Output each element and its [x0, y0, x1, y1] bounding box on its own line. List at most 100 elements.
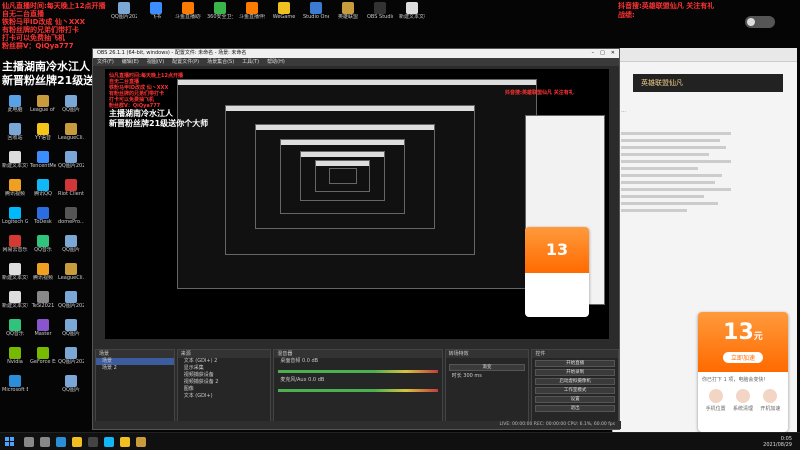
channel-name: 桌面音频: [280, 358, 301, 364]
desktop-icon[interactable]: Riot Client: [58, 179, 84, 205]
desktop-icon[interactable]: TencentMe...: [30, 151, 56, 177]
desktop-icon[interactable]: 网易云音乐: [2, 235, 28, 261]
desktop-icon[interactable]: QQ图片2021: [58, 151, 84, 177]
search-icon[interactable]: [24, 436, 34, 447]
speed-up-button[interactable]: 立即加速: [722, 352, 763, 363]
desktop-icon[interactable]: Microsoft Edge: [2, 375, 28, 401]
source-item[interactable]: 文本 (GDI+) 2: [178, 358, 271, 365]
menu-scene-collection[interactable]: 场景集合(S): [207, 58, 234, 66]
desktop-icon[interactable]: 360安全卫士: [206, 2, 234, 28]
menu-tools[interactable]: 工具(T): [242, 58, 259, 66]
obs-titlebar[interactable]: OBS 26.1.1 (64-bit, windows) - 配置文件: 未命名…: [93, 49, 619, 58]
desktop-icon[interactable]: Logitech G HUB: [2, 207, 28, 233]
wegame-icon[interactable]: [120, 436, 130, 447]
desktop-icon[interactable]: OBS Studio: [366, 2, 394, 28]
phone-location-icon[interactable]: [708, 389, 723, 403]
desktop-icon[interactable]: LeagueCli...: [58, 123, 84, 149]
task-view-icon[interactable]: [40, 436, 50, 447]
virtual-camera-button[interactable]: 启动虚拟摄像机: [535, 378, 615, 385]
desktop-icon[interactable]: 飞书: [142, 2, 170, 28]
desktop-icon[interactable]: QQ图片: [58, 95, 84, 121]
desktop-icon-column-3: QQ图片 LeagueCli... QQ图片2021 Riot Client domeP…: [58, 95, 84, 401]
desktop-icon[interactable]: 新建文本文档: [2, 151, 28, 177]
app-icon: [342, 2, 354, 14]
scenes-dock: 场景 场景 场景 2: [95, 349, 175, 429]
source-item[interactable]: 视频捕获设备 2: [178, 379, 271, 386]
studio-mode-button[interactable]: 工作室模式: [535, 387, 615, 394]
edge-icon[interactable]: [56, 436, 66, 447]
desktop-icon[interactable]: 腾讯视频: [2, 179, 28, 205]
menu-file[interactable]: 文件(F): [97, 58, 114, 66]
source-item[interactable]: 图像: [178, 386, 271, 393]
desktop-icon[interactable]: 腾讯视频: [30, 263, 56, 289]
qq-icon[interactable]: [104, 436, 114, 447]
system-cleanup-icon[interactable]: [735, 389, 750, 403]
desktop-icon-label: Riot Client: [58, 191, 84, 197]
desktop-icon[interactable]: League of Legends: [30, 95, 56, 121]
desktop-icon[interactable]: ToDesk: [30, 207, 56, 233]
close-icon[interactable]: ✕: [611, 49, 615, 58]
desktop-icon[interactable]: 此电脑: [2, 95, 28, 121]
desktop-icon[interactable]: Master: [30, 319, 56, 345]
scene-item[interactable]: 场景: [96, 358, 174, 365]
desktop-icon[interactable]: 斗鱼直播伴侣: [238, 2, 266, 28]
desktop-icon[interactable]: 腾讯QQ: [30, 179, 56, 205]
obs-preview[interactable]: 仙凡直播时间:每天晚上12点开播 自无二台直播 铁粉马甲ID改成 仙丶XXX 有…: [105, 69, 609, 339]
duration-value[interactable]: 300 ms: [463, 373, 482, 379]
explorer-icon[interactable]: [72, 436, 82, 447]
desktop-icon[interactable]: TeSi2021: [30, 291, 56, 317]
scene-item[interactable]: 场景 2: [96, 365, 174, 372]
desktop-icon[interactable]: Studio One: [302, 2, 330, 28]
nested-title-overlay: 主播湖南冷水江人 新晋粉丝牌21级送你个大师: [109, 109, 208, 129]
menu-profile[interactable]: 配置文件(P): [172, 58, 199, 66]
desktop-icon[interactable]: GeForce Experience: [30, 347, 56, 373]
desktop-icon[interactable]: WeGame: [270, 2, 298, 28]
desktop-icon[interactable]: QQ图片2021: [58, 291, 84, 317]
desktop-icon[interactable]: QQ音乐: [30, 235, 56, 261]
source-item[interactable]: 显示采集: [178, 365, 271, 372]
desktop-icon[interactable]: LeagueCli...: [58, 263, 84, 289]
desktop-icon[interactable]: QQ图片: [58, 375, 84, 401]
start-recording-button[interactable]: 开始录制: [535, 369, 615, 376]
desktop-icon[interactable]: 斗鱼直播助手: [174, 2, 202, 28]
start-button[interactable]: [0, 433, 18, 450]
desktop-icon-label: LeagueCli...: [58, 135, 84, 141]
menu-view[interactable]: 视图(V): [147, 58, 164, 66]
obs-status-bar: LIVE: 00:00:00 REC: 00:00:00 CPU: 6.1%, …: [93, 421, 621, 429]
channel-level: 0.0 dB: [301, 358, 319, 364]
desktop-icon[interactable]: YY语音: [30, 123, 56, 149]
desktop-icon[interactable]: domePro...: [58, 207, 84, 233]
desktop-icon[interactable]: 新建文本文档: [2, 263, 28, 289]
minimize-icon[interactable]: –: [592, 49, 595, 58]
overlay-line: 仙凡直播时间:每天晚上12点开播: [2, 2, 106, 10]
league-icon[interactable]: [136, 436, 146, 447]
desktop-icon[interactable]: 新建文本文档: [2, 291, 28, 317]
desktop-icon-label: GeForce Experience: [30, 359, 56, 365]
browser-toolbar[interactable]: [613, 48, 797, 62]
overlay-toggle[interactable]: [745, 16, 775, 28]
desktop-icon[interactable]: QQ图片: [58, 319, 84, 345]
menu-edit[interactable]: 编辑(E): [122, 58, 139, 66]
channel-name: 麦克风/Aux: [280, 377, 307, 383]
desktop-icon[interactable]: 回收站: [2, 123, 28, 149]
exit-button[interactable]: 退出: [535, 405, 615, 412]
desktop-icon[interactable]: 新建文本文档: [398, 2, 426, 28]
desktop-icon[interactable]: QQ音乐: [2, 319, 28, 345]
settings-button[interactable]: 设置: [535, 396, 615, 403]
mixer-channel-name: 麦克风/Aux 0.0 dB: [274, 377, 441, 384]
maximize-icon[interactable]: □: [600, 49, 605, 58]
source-item[interactable]: 文本 (GDI+): [178, 393, 271, 400]
system-clock[interactable]: 0:05 2021/08/29: [763, 436, 800, 448]
start-streaming-button[interactable]: 开始直播: [535, 360, 615, 367]
app-icon: [37, 179, 49, 191]
transition-select[interactable]: 渐变: [448, 364, 526, 371]
desktop-icon[interactable]: QQ图片: [58, 235, 84, 261]
menu-help[interactable]: 帮助(H): [267, 58, 285, 66]
obs-icon[interactable]: [88, 436, 98, 447]
source-item[interactable]: 视频捕获设备: [178, 372, 271, 379]
desktop-icon[interactable]: 英雄联盟: [334, 2, 362, 28]
desktop-icon[interactable]: Nvidia: [2, 347, 28, 373]
desktop-icon[interactable]: QQ图片2021: [58, 347, 84, 373]
app-icon: [37, 263, 49, 275]
boot-speedup-icon[interactable]: [763, 389, 778, 403]
